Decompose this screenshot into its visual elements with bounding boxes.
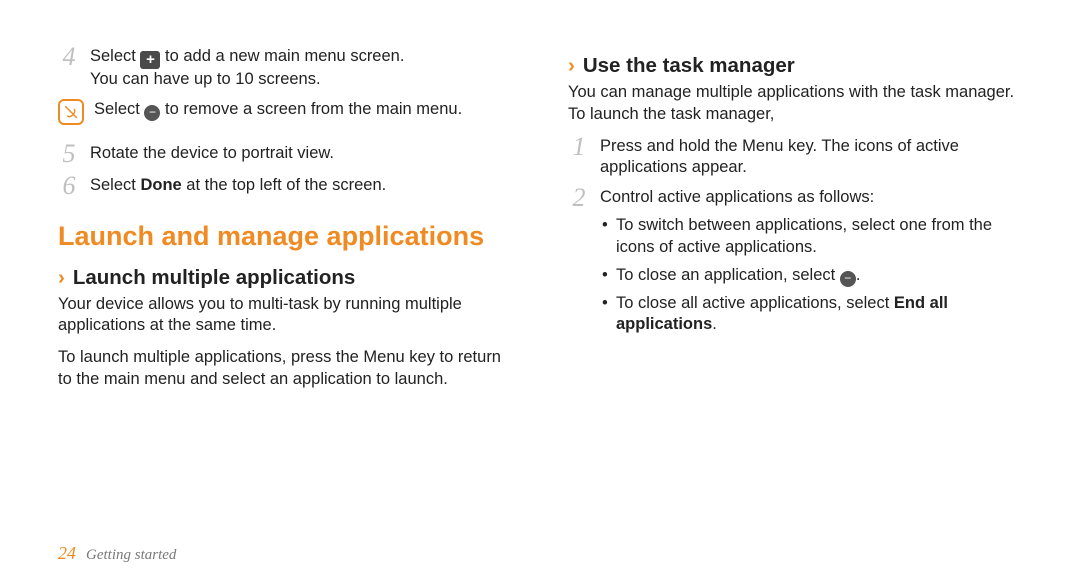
left-column: 4 Select + to add a new main menu screen… xyxy=(58,46,512,401)
list-item: To close all active applications, select… xyxy=(600,293,1022,337)
step6-bold: Done xyxy=(140,176,181,194)
list-item: To switch between applications, select o… xyxy=(600,215,1022,259)
step4-text-post: to add a new main menu screen. xyxy=(160,47,404,65)
note-pre: Select xyxy=(94,100,144,118)
bullet-text: To switch between applications, select o… xyxy=(616,216,992,256)
step4-line2: You can have up to 10 screens. xyxy=(90,69,512,91)
step-4: 4 Select + to add a new main menu screen… xyxy=(58,46,512,91)
step-number: 2 xyxy=(568,185,590,211)
subheading-text: Launch multiple applications xyxy=(73,266,355,290)
note-body: Select − to remove a screen from the mai… xyxy=(94,99,462,121)
subheading-text: Use the task manager xyxy=(583,54,795,78)
bullet-pre: To close all active applications, select xyxy=(616,294,894,312)
step6-body: Select Done at the top left of the scree… xyxy=(90,175,512,197)
step6-pre: Select xyxy=(90,176,140,194)
step-2: 2 Control active applications as follows… xyxy=(568,187,1022,211)
paragraph: Your device allows you to multi-task by … xyxy=(58,294,512,338)
step-5: 5 Rotate the device to portrait view. xyxy=(58,143,512,167)
minus-icon: − xyxy=(840,271,856,287)
paragraph: To launch multiple applications, press t… xyxy=(58,347,512,391)
step-number: 4 xyxy=(58,44,80,70)
right-column: › Use the task manager You can manage mu… xyxy=(568,46,1022,401)
bullet-post: . xyxy=(856,266,861,284)
paragraph: You can manage multiple applications wit… xyxy=(568,82,1022,126)
note-post: to remove a screen from the main menu. xyxy=(160,100,462,118)
list-item: To close an application, select −. xyxy=(600,265,1022,287)
step6-post: at the top left of the screen. xyxy=(182,176,387,194)
subheading-launch-multiple: › Launch multiple applications xyxy=(58,266,512,290)
section-heading: Launch and manage applications xyxy=(58,221,512,252)
plus-icon: + xyxy=(140,51,160,69)
step-body: Select + to add a new main menu screen. … xyxy=(90,46,512,91)
subheading-task-manager: › Use the task manager xyxy=(568,54,1022,78)
step-number: 5 xyxy=(58,141,80,167)
page-footer: 24 Getting started xyxy=(58,543,176,564)
step2-text: Control active applications as follows: xyxy=(600,187,1022,209)
page-number: 24 xyxy=(58,543,76,564)
step4-text-pre: Select xyxy=(90,47,140,65)
step-number: 1 xyxy=(568,134,590,160)
bullet-list: To switch between applications, select o… xyxy=(600,215,1022,336)
step-6: 6 Select Done at the top left of the scr… xyxy=(58,175,512,199)
bullet-post: . xyxy=(712,315,717,333)
step-number: 6 xyxy=(58,173,80,199)
note-row: Select − to remove a screen from the mai… xyxy=(58,99,512,125)
note-icon xyxy=(58,99,84,125)
section-name: Getting started xyxy=(86,547,176,564)
step-1: 1 Press and hold the Menu key. The icons… xyxy=(568,136,1022,180)
step5-text: Rotate the device to portrait view. xyxy=(90,143,512,165)
bullet-pre: To close an application, select xyxy=(616,266,840,284)
chevron-right-icon: › xyxy=(568,54,575,78)
step1-text: Press and hold the Menu key. The icons o… xyxy=(600,136,1022,180)
page-columns: 4 Select + to add a new main menu screen… xyxy=(58,46,1022,401)
chevron-right-icon: › xyxy=(58,266,65,290)
minus-icon: − xyxy=(144,105,160,121)
